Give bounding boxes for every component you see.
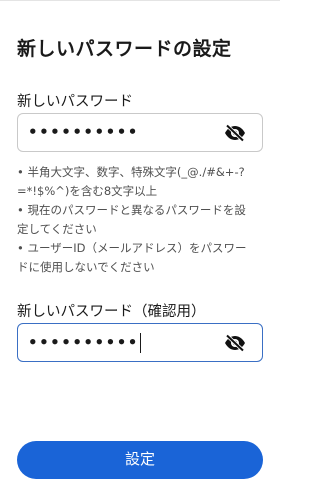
password-rule: • ユーザーID（メールアドレス）をパスワー ドに使用しないでください [17,241,247,274]
screen: 新しいパスワードの設定 新しいパスワード •••••••••• • 半角大文字、… [0,0,280,498]
new-password-label: 新しいパスワード [17,94,133,110]
eye-off-icon[interactable] [224,334,246,352]
confirm-password-value: •••••••••• [28,333,139,352]
new-password-field[interactable]: •••••••••• [17,113,263,152]
confirm-password-label: 新しいパスワード（確認用） [17,304,206,320]
password-rule: • 現在のパスワードと異なるパスワードを設 定してください [17,203,246,236]
password-rules: • 半角大文字、数字、特殊文字(_@./#&+-? =*!$%^)を含む8文字以… [17,163,267,277]
new-password-value: •••••••••• [28,123,139,141]
submit-button[interactable]: 設定 [17,441,263,479]
page-title: 新しいパスワードの設定 [17,38,232,60]
confirm-password-value-wrap: •••••••••• [28,333,142,353]
text-caret [139,333,142,353]
password-rule: • 半角大文字、数字、特殊文字(_@./#&+-? =*!$%^)を含む8文字以… [17,165,245,198]
confirm-password-field[interactable]: •••••••••• [17,323,263,362]
top-divider [0,0,280,1]
eye-off-icon[interactable] [224,124,246,142]
